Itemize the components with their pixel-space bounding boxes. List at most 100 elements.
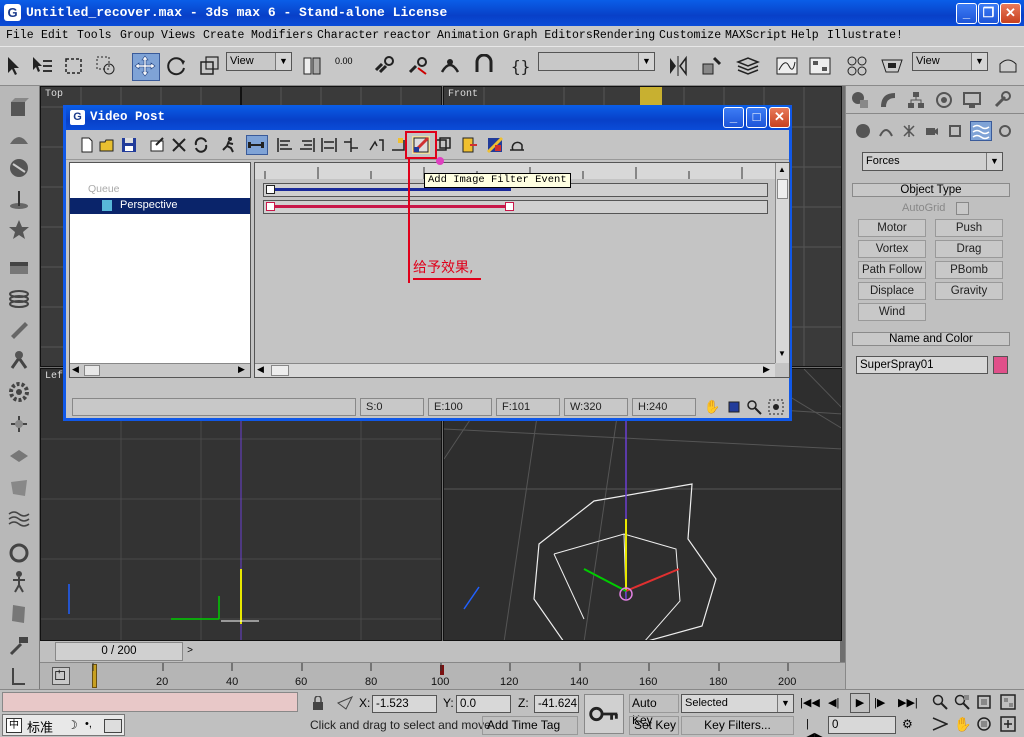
- menu-reactor[interactable]: reactor: [383, 29, 431, 42]
- x-coord-field[interactable]: -1.523: [372, 695, 437, 713]
- time-next-icon[interactable]: >: [183, 642, 197, 661]
- space-warps-icon[interactable]: [970, 121, 992, 141]
- vp-minimize-button[interactable]: _: [723, 107, 744, 128]
- scale-icon[interactable]: [197, 54, 221, 78]
- hat-icon[interactable]: [7, 126, 31, 150]
- menu-create[interactable]: Create: [203, 29, 244, 42]
- set-key-button[interactable]: Set Key: [629, 716, 679, 735]
- cylinder-icon[interactable]: [7, 318, 31, 342]
- pan-hand-icon[interactable]: ✋: [954, 716, 971, 732]
- add-image-output-icon[interactable]: [460, 136, 478, 154]
- key-filters-button[interactable]: Key Filters...: [681, 716, 794, 735]
- shapes-icon[interactable]: [879, 124, 893, 138]
- add-time-tag-button[interactable]: Add Time Tag: [482, 716, 578, 735]
- ime-bar[interactable]: 中 标准 ☽ •,: [2, 714, 125, 736]
- key-mode-icon[interactable]: |◀▶: [806, 718, 823, 737]
- drag-button[interactable]: Drag: [935, 240, 1003, 258]
- prev-frame-icon[interactable]: ◀|: [828, 696, 848, 712]
- ime-moon-icon[interactable]: ☽: [67, 718, 78, 732]
- menu-modifiers[interactable]: Modifiers: [251, 29, 313, 42]
- arc-rotate-icon[interactable]: [976, 716, 992, 732]
- ime-punct-icon[interactable]: •,: [85, 718, 92, 730]
- vp-zoom-time-icon[interactable]: [746, 399, 762, 415]
- menu-file[interactable]: File: [6, 29, 34, 42]
- vortex-button[interactable]: Vortex: [858, 240, 926, 258]
- vp-zoom-extents-icon[interactable]: [726, 399, 742, 415]
- vp-zoom-region-icon[interactable]: [768, 399, 784, 415]
- lights-icon[interactable]: [902, 124, 916, 138]
- queue-item-perspective[interactable]: Perspective: [70, 198, 250, 214]
- name-color-rollout[interactable]: Name and Color: [852, 332, 1010, 346]
- track-vscrollbar[interactable]: ▲ ▼: [775, 163, 789, 363]
- snaps-toggle-icon[interactable]: [472, 53, 496, 78]
- pliers-icon[interactable]: [7, 348, 31, 372]
- mirror-icon[interactable]: [666, 54, 690, 78]
- menu-maxscript[interactable]: MAXScript: [725, 29, 787, 42]
- box-icon[interactable]: [7, 96, 31, 120]
- object-type-rollout[interactable]: Object Type: [852, 183, 1010, 197]
- menu-character[interactable]: Character: [317, 29, 379, 42]
- fov-icon[interactable]: [932, 716, 949, 732]
- bind-space-warp-icon[interactable]: [438, 54, 462, 78]
- displace-button[interactable]: Displace: [858, 282, 926, 300]
- cloth-icon[interactable]: [7, 602, 31, 626]
- misc-icon[interactable]: [7, 664, 31, 688]
- time-config-icon[interactable]: ⚙: [902, 717, 920, 735]
- star-icon[interactable]: [7, 218, 31, 242]
- ime-icon[interactable]: 中: [6, 718, 22, 733]
- queue-range-start-handle[interactable]: [266, 185, 275, 194]
- video-post-title-bar[interactable]: G Video Post _ □ ✕: [66, 105, 790, 130]
- swap-events-icon[interactable]: [192, 136, 210, 154]
- play-icon[interactable]: ▶: [850, 693, 870, 713]
- path-follow-button[interactable]: Path Follow: [858, 261, 926, 279]
- window-crossing-icon[interactable]: [94, 54, 118, 78]
- spinner-readout[interactable]: 0.00: [335, 56, 353, 66]
- lock-icon[interactable]: [312, 695, 324, 710]
- track-hscroll-thumb[interactable]: [271, 365, 289, 376]
- pivot-icon[interactable]: [300, 54, 324, 78]
- queue-pane[interactable]: Queue Perspective ◀ ▶: [69, 162, 251, 378]
- menu-views[interactable]: Views: [161, 29, 196, 42]
- push-button[interactable]: Push: [935, 219, 1003, 237]
- modify-tab-icon[interactable]: [878, 90, 898, 110]
- quick-render-icon[interactable]: [996, 54, 1020, 78]
- queue-scroll-left-icon[interactable]: ◀: [72, 364, 79, 375]
- vp-maximize-button[interactable]: □: [746, 107, 767, 128]
- edit-current-event-icon[interactable]: [148, 136, 166, 154]
- display-tab-icon[interactable]: [962, 90, 982, 110]
- gear-icon[interactable]: [7, 380, 31, 404]
- align-icon[interactable]: [700, 54, 724, 78]
- rect-select-icon[interactable]: [62, 54, 86, 78]
- next-frame-icon[interactable]: |▶: [874, 696, 894, 712]
- perspective-range-start-handle[interactable]: [266, 202, 275, 211]
- ime-mode-label[interactable]: 标准: [27, 717, 53, 736]
- object-color-swatch[interactable]: [993, 356, 1008, 374]
- goto-start-icon[interactable]: |◀◀: [800, 696, 820, 712]
- helper-icon[interactable]: [7, 412, 31, 436]
- zoom-all-icon[interactable]: [954, 694, 970, 710]
- menu-edit[interactable]: Edit: [41, 29, 69, 42]
- motor-button[interactable]: Motor: [858, 219, 926, 237]
- select-by-name-icon[interactable]: [30, 54, 54, 78]
- menu-illustrate[interactable]: Illustrate!: [827, 29, 903, 42]
- maxscript-listener-pink[interactable]: [2, 692, 298, 712]
- create-tab-icon[interactable]: [850, 90, 870, 110]
- hierarchy-tab-icon[interactable]: [906, 90, 926, 110]
- close-button[interactable]: ✕: [1000, 3, 1021, 24]
- render-scene-icon[interactable]: [880, 54, 904, 78]
- select-icon[interactable]: [2, 54, 26, 78]
- add-scene-event-icon[interactable]: [368, 136, 386, 154]
- minimize-button[interactable]: _: [956, 3, 977, 24]
- perspective-range-end-handle[interactable]: [505, 202, 514, 211]
- move-icon[interactable]: [132, 53, 160, 81]
- track-scroll-down-icon[interactable]: ▼: [778, 349, 786, 358]
- category-combo[interactable]: Forces ▼: [862, 152, 1003, 171]
- track-bar[interactable]: 20 40 60 80 100 120 140 160 180 200: [40, 662, 845, 689]
- biped-icon[interactable]: [7, 570, 31, 594]
- track-vscroll-thumb[interactable]: [777, 179, 788, 199]
- queue-scroll-right-icon[interactable]: ▶: [238, 364, 245, 375]
- zoom-extents-icon[interactable]: [976, 694, 992, 710]
- named-selection-combo[interactable]: ▼: [538, 52, 655, 71]
- add-external-event-icon[interactable]: [486, 136, 504, 154]
- helpers-icon[interactable]: [948, 124, 962, 138]
